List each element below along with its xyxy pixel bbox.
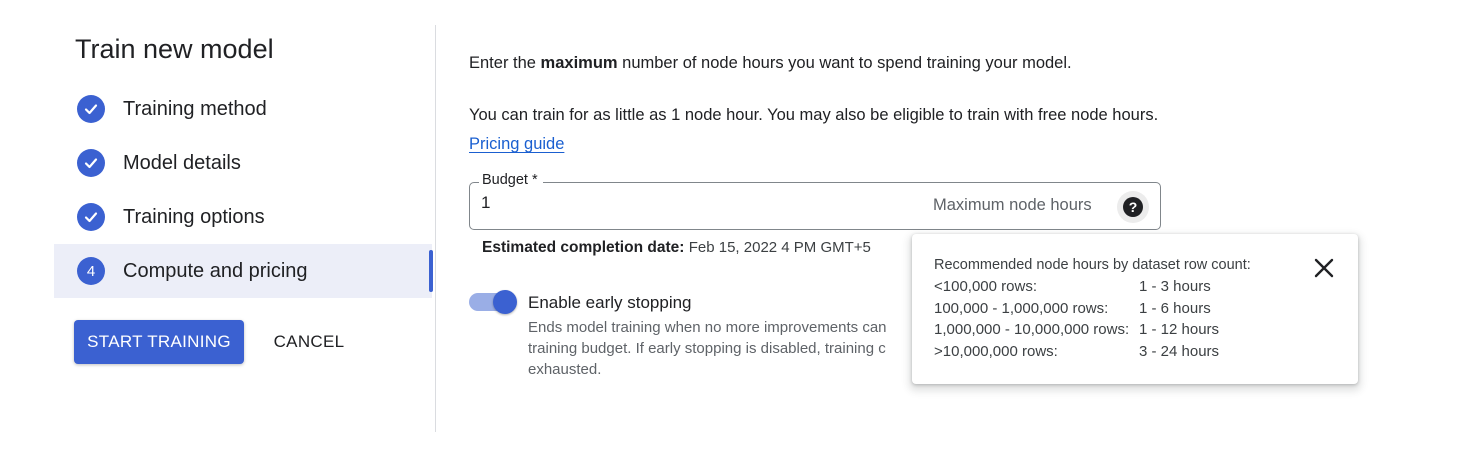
budget-label: Budget * [479,172,543,188]
early-stopping-toggle[interactable] [469,290,519,314]
step-label: Model details [123,151,241,174]
start-training-button[interactable]: START TRAINING [74,320,244,364]
step-training-method[interactable]: Training method [54,82,432,136]
tooltip-row: 1,000,000 - 10,000,000 rows: 1 - 12 hours [934,321,1220,338]
budget-suffix: Maximum node hours [933,196,1092,214]
help-icon[interactable]: ? [1117,191,1149,223]
step-number: 4 [86,262,96,280]
pricing-guide-link[interactable]: Pricing guide [469,135,564,153]
step-model-details[interactable]: Model details [54,136,432,190]
active-step-indicator [429,250,433,292]
tooltip-row: <100,000 rows: 1 - 3 hours [934,278,1211,295]
step-compute-and-pricing[interactable]: 4 Compute and pricing [54,244,432,298]
step-label: Compute and pricing [123,259,308,282]
check-icon [77,203,105,231]
step-label: Training options [123,205,265,228]
estimated-completion: Estimated completion date: Feb 15, 2022 … [482,239,871,256]
panel-divider [435,25,436,432]
recommended-hours-tooltip: Recommended node hours by dataset row co… [912,234,1358,384]
check-icon [77,149,105,177]
page-title: Train new model [75,34,274,64]
check-icon [77,95,105,123]
tooltip-title: Recommended node hours by dataset row co… [934,257,1251,273]
intro-text: Enter the maximum number of node hours y… [469,54,1072,72]
wizard-stepper: Train new model Training method Model de… [0,0,436,474]
step-label: Training method [123,97,267,120]
step-number-badge: 4 [77,257,105,285]
tooltip-row: 100,000 - 1,000,000 rows: 1 - 6 hours [934,300,1211,317]
cancel-button[interactable]: CANCEL [258,320,360,364]
tooltip-row: >10,000,000 rows: 3 - 24 hours [934,343,1220,360]
free-hours-text: You can train for as little as 1 node ho… [469,106,1159,153]
budget-input[interactable] [481,193,901,213]
step-training-options[interactable]: Training options [54,190,432,244]
early-stopping-description: Ends model training when no more improve… [528,319,887,378]
early-stopping-label: Enable early stopping [528,293,692,312]
